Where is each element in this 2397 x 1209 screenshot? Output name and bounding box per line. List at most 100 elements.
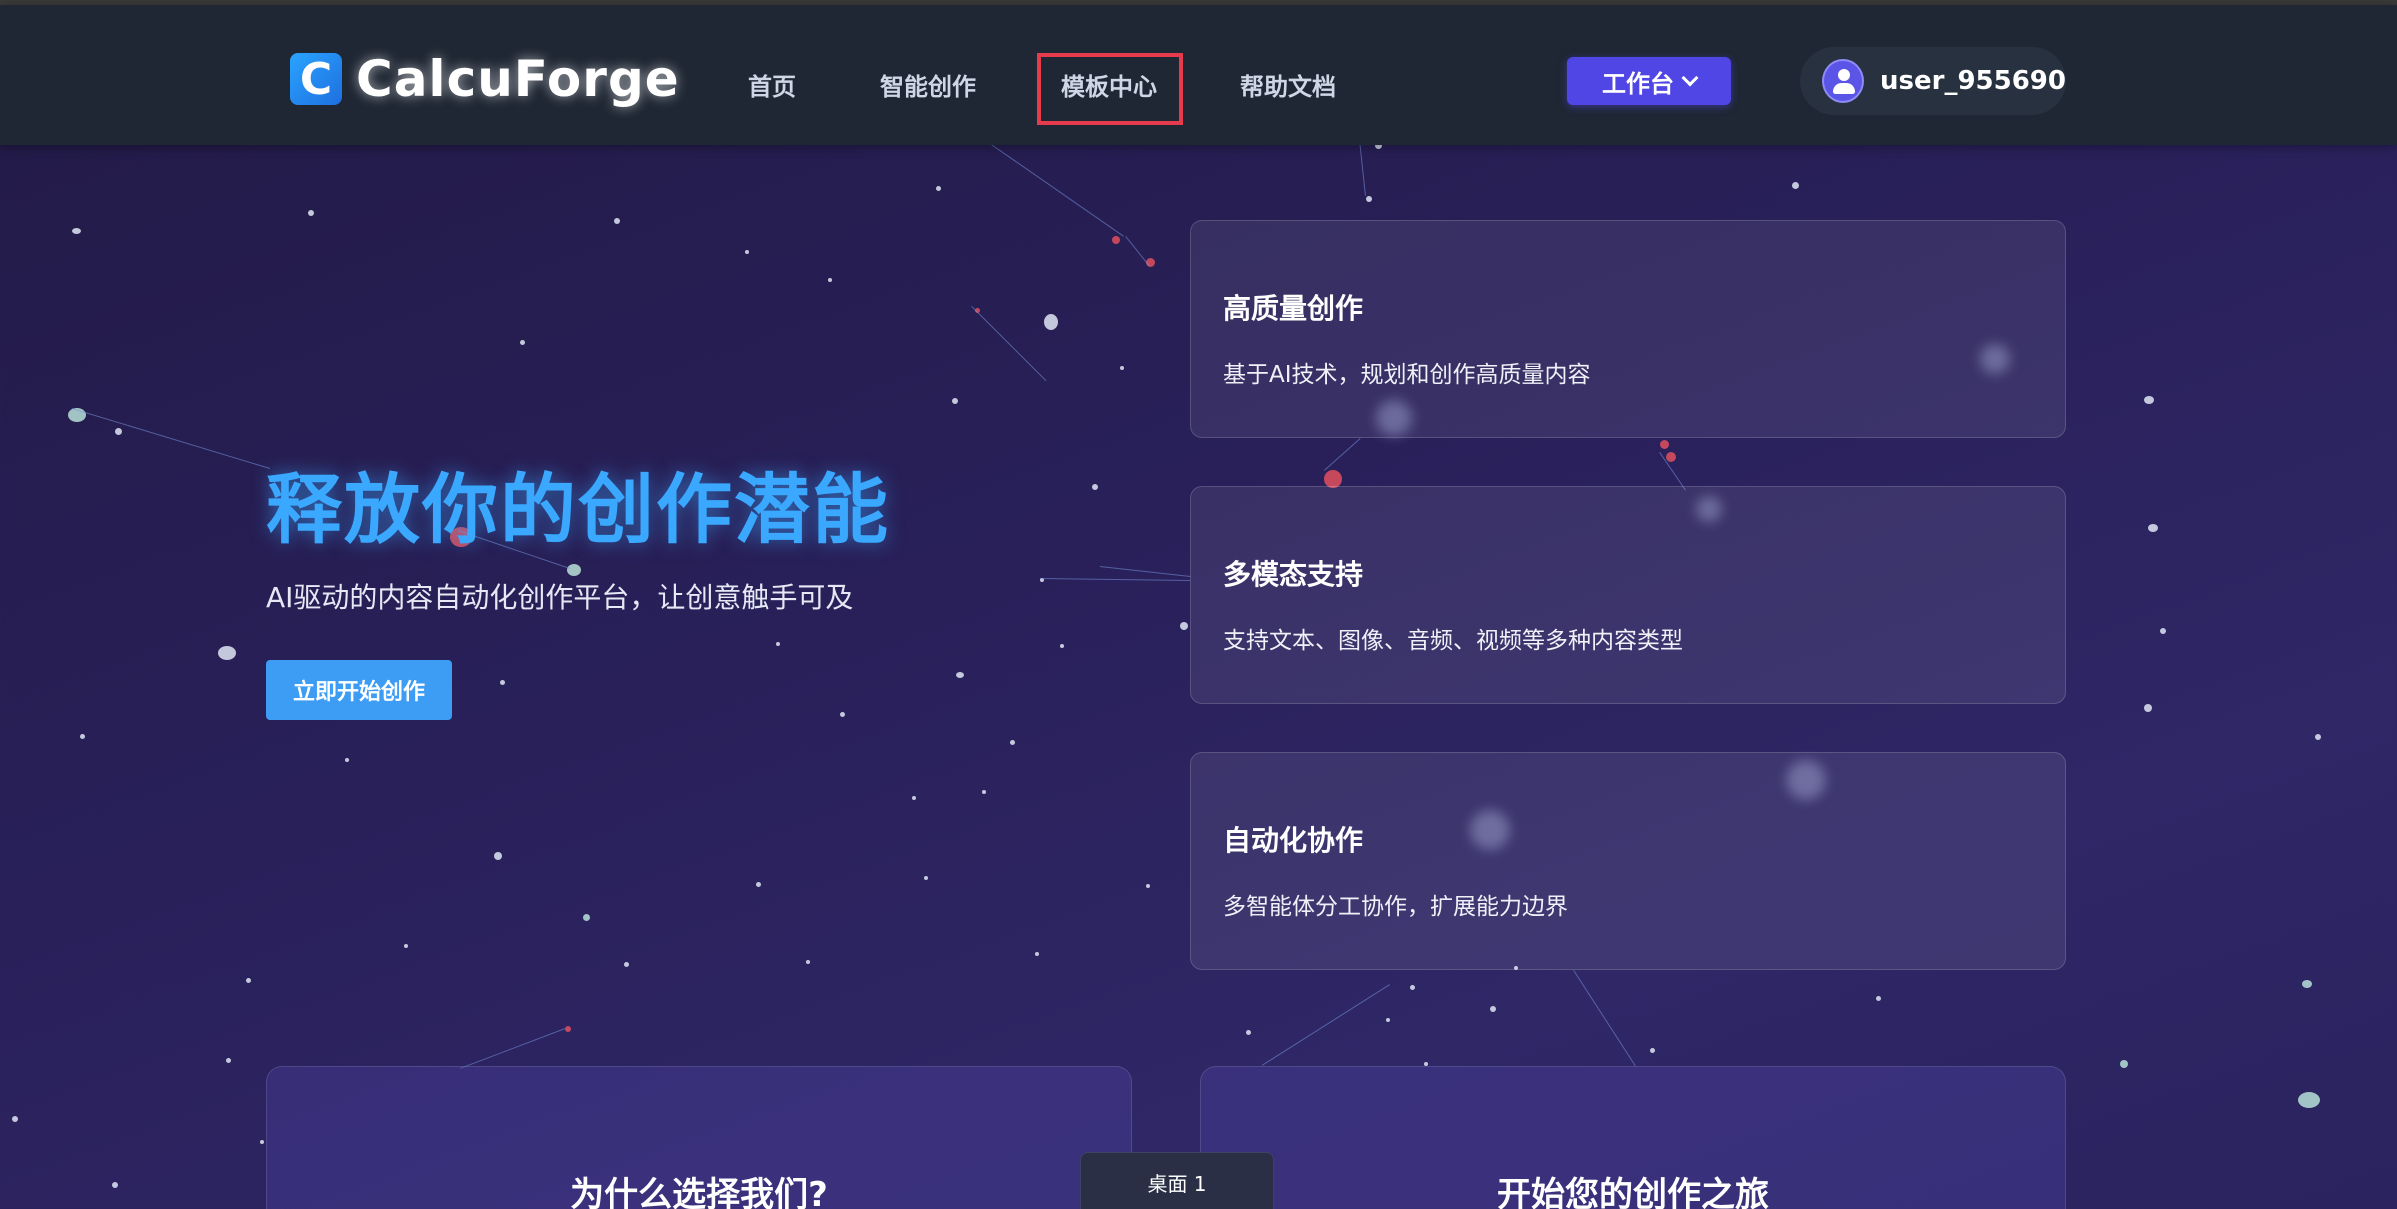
- start-journey-title: 开始您的创作之旅: [1497, 1175, 1769, 1209]
- star-dot: [404, 944, 408, 948]
- start-creating-button[interactable]: 立即开始创作: [266, 660, 452, 720]
- nav-smart-creation[interactable]: 智能创作: [880, 67, 976, 102]
- star-dot: [1010, 740, 1015, 745]
- feature-description: 多智能体分工协作，扩展能力边界: [1223, 894, 1568, 920]
- network-line: [1261, 984, 1390, 1066]
- star-dot: [226, 1058, 231, 1063]
- star-dot: [1366, 196, 1372, 202]
- feature-description: 基于AI技术，规划和创作高质量内容: [1223, 362, 1591, 388]
- feature-title: 高质量创作: [1223, 292, 1364, 325]
- star-dot: [614, 218, 620, 224]
- why-choose-us-card: 为什么选择我们?: [266, 1066, 1132, 1209]
- network-line: [989, 143, 1124, 237]
- feature-card-automation: 自动化协作 多智能体分工协作，扩展能力边界: [1190, 752, 2066, 970]
- star-dot: [2144, 704, 2152, 712]
- network-line: [1324, 438, 1361, 471]
- star-dot: [115, 428, 122, 435]
- workbench-dropdown-button[interactable]: 工作台: [1567, 57, 1731, 105]
- username: user_955690: [1880, 66, 2066, 96]
- star-dot: [500, 680, 505, 685]
- network-line: [1099, 566, 1190, 577]
- star-dot: [1146, 884, 1150, 888]
- star-dot: [624, 962, 629, 967]
- star-dot: [345, 758, 349, 762]
- star-dot: [218, 646, 236, 660]
- star-dot: [1120, 366, 1124, 370]
- network-line: [460, 1028, 566, 1069]
- logo-c-icon: C: [290, 53, 342, 105]
- feature-card-quality: 高质量创作 基于AI技术，规划和创作高质量内容: [1190, 220, 2066, 438]
- star-dot: [494, 852, 502, 860]
- star-dot: [1044, 314, 1058, 330]
- star-dot: [1092, 484, 1098, 490]
- star-dot: [2160, 628, 2166, 634]
- star-dot: [2302, 980, 2312, 988]
- start-journey-card: 开始您的创作之旅: [1200, 1066, 2066, 1209]
- star-dot: [565, 1026, 571, 1032]
- star-dot: [982, 790, 986, 794]
- desktop-switcher-tab[interactable]: 桌面 1: [1080, 1152, 1274, 1209]
- star-dot: [1246, 1030, 1251, 1035]
- star-dot: [1035, 952, 1039, 956]
- brand-name: CalcuForge: [356, 50, 680, 108]
- star-dot: [924, 876, 928, 880]
- user-menu[interactable]: user_955690: [1800, 47, 2066, 115]
- star-dot: [246, 978, 251, 983]
- star-dot: [1666, 452, 1676, 462]
- star-dot: [112, 1182, 118, 1188]
- star-dot: [828, 278, 832, 282]
- nav-home[interactable]: 首页: [748, 67, 796, 102]
- feature-title: 自动化协作: [1223, 824, 1364, 857]
- star-dot: [2148, 524, 2158, 532]
- star-dot: [80, 734, 85, 739]
- star-dot: [12, 1116, 18, 1122]
- star-dot: [840, 712, 845, 717]
- star-dot: [1650, 1048, 1655, 1053]
- nav-template-center[interactable]: 模板中心: [1061, 67, 1157, 102]
- star-dot: [1180, 622, 1188, 630]
- star-dot: [745, 250, 749, 254]
- star-dot: [520, 340, 525, 345]
- star-dot: [1410, 985, 1415, 990]
- star-dot: [2144, 396, 2154, 404]
- star-dot: [1660, 440, 1669, 449]
- star-dot: [567, 564, 581, 576]
- star-dot: [952, 398, 958, 404]
- star-dot: [72, 228, 81, 234]
- star-dot: [776, 642, 780, 646]
- user-avatar-icon: [1822, 59, 1864, 103]
- star-dot: [956, 672, 964, 678]
- network-line: [71, 408, 270, 469]
- star-dot: [1060, 644, 1064, 648]
- feature-card-multimodal: 多模态支持 支持文本、图像、音频、视频等多种内容类型: [1190, 486, 2066, 704]
- feature-description: 支持文本、图像、音频、视频等多种内容类型: [1223, 628, 1683, 654]
- star-dot: [1876, 996, 1881, 1001]
- star-dot: [1490, 1006, 1496, 1012]
- star-dot: [806, 960, 810, 964]
- network-line: [971, 306, 1046, 381]
- star-dot: [936, 186, 941, 191]
- star-dot: [260, 1140, 264, 1144]
- network-line: [1125, 236, 1150, 267]
- star-dot: [1386, 1018, 1390, 1022]
- why-choose-us-title: 为什么选择我们?: [570, 1175, 828, 1209]
- star-dot: [1112, 236, 1120, 244]
- network-line: [1039, 578, 1190, 581]
- workbench-label: 工作台: [1602, 69, 1674, 98]
- hero-title: 释放你的创作潜能: [266, 465, 890, 554]
- top-navigation-bar: C CalcuForge 首页 智能创作 模板中心 帮助文档 工作台 user_…: [0, 5, 2397, 145]
- star-dot: [2120, 1060, 2128, 1068]
- hero-subtitle: AI驱动的内容自动化创作平台，让创意触手可及: [266, 581, 854, 614]
- star-dot: [1792, 182, 1799, 189]
- chevron-down-icon: [1681, 69, 1699, 87]
- star-dot: [308, 210, 314, 216]
- brand-logo[interactable]: C CalcuForge: [290, 50, 680, 108]
- network-line: [1359, 140, 1366, 197]
- star-dot: [583, 914, 590, 921]
- star-dot: [756, 882, 761, 887]
- star-dot: [2315, 734, 2321, 740]
- star-dot: [2298, 1092, 2320, 1108]
- nav-help-docs[interactable]: 帮助文档: [1240, 67, 1336, 102]
- star-dot: [912, 796, 916, 800]
- network-line: [1573, 970, 1636, 1067]
